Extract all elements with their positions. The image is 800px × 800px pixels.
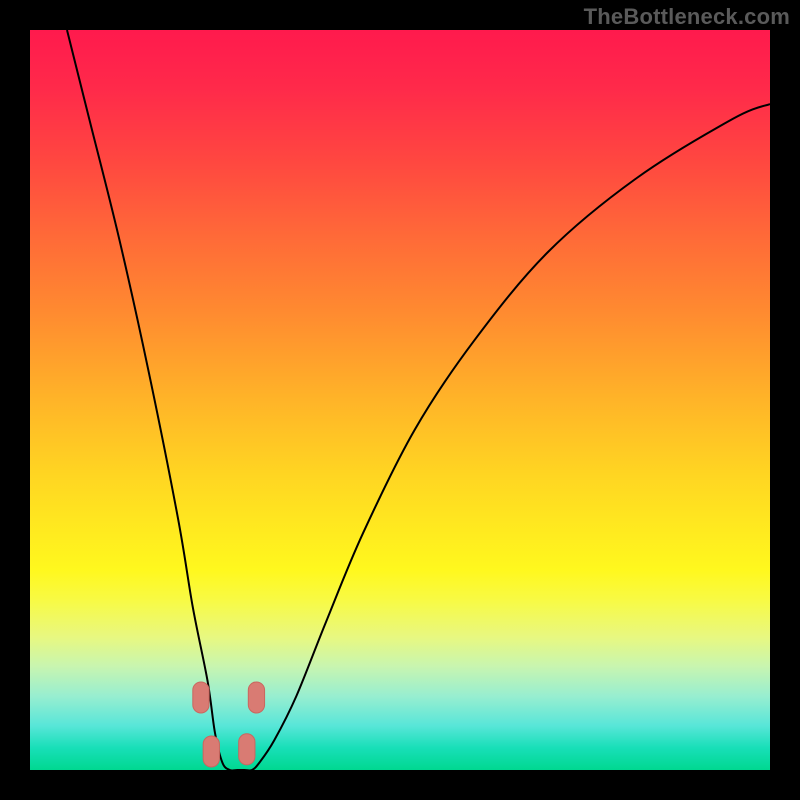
curve-marker-0	[193, 682, 209, 713]
bottleneck-curve	[67, 30, 770, 770]
curve-marker-2	[203, 736, 219, 767]
curve-marker-1	[248, 682, 264, 713]
curve-marker-3	[239, 734, 255, 765]
plot-area	[30, 30, 770, 770]
chart-svg	[30, 30, 770, 770]
chart-frame: TheBottleneck.com	[0, 0, 800, 800]
markers-group	[193, 682, 265, 767]
watermark-text: TheBottleneck.com	[584, 4, 790, 30]
